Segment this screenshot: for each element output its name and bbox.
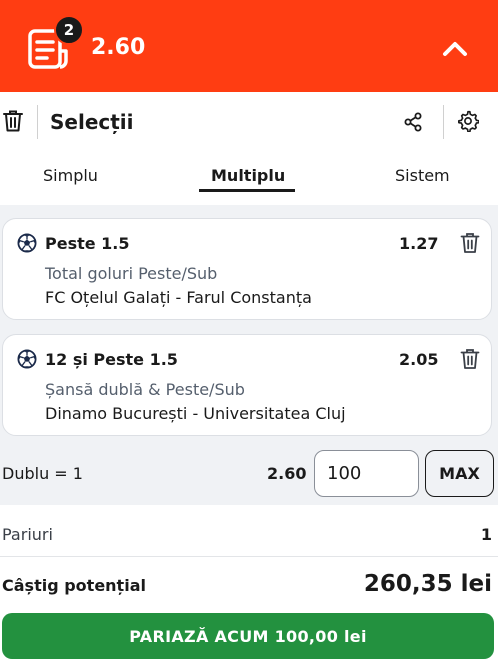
bet-type-tabs: Simplu Multiplu Sistem [0,152,498,200]
active-tab-indicator [199,189,295,192]
bets-label: Pariuri [2,525,53,544]
trash-icon[interactable] [2,109,24,133]
share-icon[interactable] [404,112,422,132]
toolbar-divider [443,105,444,139]
selection-pick: Peste 1.5 [45,234,130,253]
tab-multiplu[interactable]: Multiplu [211,166,285,185]
combination-odds: 2.60 [267,464,307,483]
potential-win-label: Câștig potențial [2,576,146,595]
soccer-ball-icon [17,349,37,369]
selection-event: FC Oțelul Galați - Farul Constanța [45,288,312,307]
tab-sistem[interactable]: Sistem [395,166,450,185]
selection-odds: 2.05 [399,350,439,369]
selection-card: Peste 1.5 1.27 Total goluri Peste/Sub FC… [2,218,492,320]
stake-input[interactable] [314,450,419,497]
stake-row: Dublu = 1 2.60 MAX [0,447,498,499]
selection-event: Dinamo București - Universitatea Cluj [45,404,346,423]
selections-toolbar: Selecții [0,92,498,152]
page-title: Selecții [50,110,134,134]
selection-market: Șansă dublă & Peste/Sub [45,380,245,399]
place-bet-button[interactable]: PARIAZĂ ACUM 100,00 lei [2,613,494,659]
gear-icon[interactable] [457,110,479,132]
selection-pick: 12 și Peste 1.5 [45,350,178,369]
selection-market: Total goluri Peste/Sub [45,264,218,283]
remove-selection-icon[interactable] [460,232,480,254]
remove-selection-icon[interactable] [460,348,480,370]
tab-simplu[interactable]: Simplu [43,166,98,185]
combination-label: Dublu = 1 [2,464,83,483]
bets-value: 1 [480,525,492,544]
toolbar-divider [37,105,38,139]
selection-card: 12 și Peste 1.5 2.05 Șansă dublă & Peste… [2,334,492,436]
soccer-ball-icon [17,233,37,253]
selection-count-badge: 2 [54,15,84,45]
max-stake-button[interactable]: MAX [425,450,494,497]
betslip-header[interactable]: 2 2.60 [0,0,498,92]
total-odds: 2.60 [91,35,146,60]
selection-odds: 1.27 [399,234,439,253]
chevron-up-icon[interactable] [440,36,470,60]
summary-divider [0,556,498,557]
potential-win-value: 260,35 lei [363,571,492,597]
